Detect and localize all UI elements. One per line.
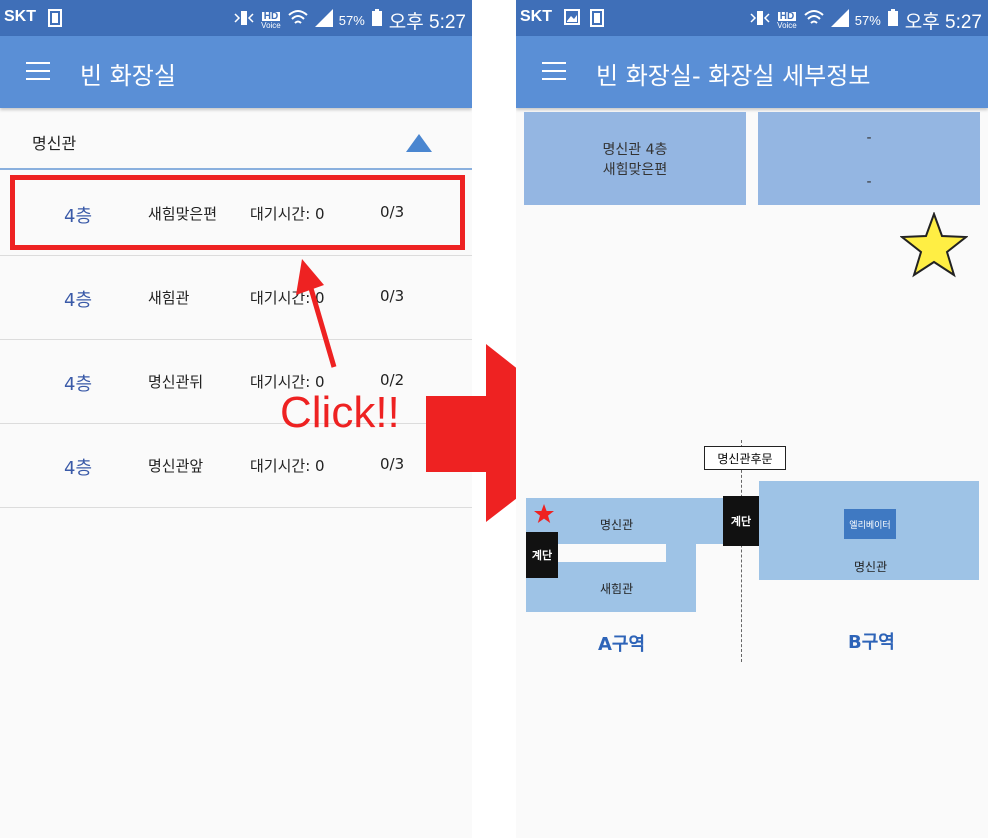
zone-divider [741, 440, 742, 662]
battery-percent: 57% [338, 13, 365, 28]
vibrate-icon [233, 10, 255, 31]
highlight-box [10, 175, 465, 250]
group-label: 명신관 [32, 134, 77, 153]
restroom-name: 새힘관 [148, 289, 190, 307]
click-annotation: Click!! [280, 388, 400, 437]
restroom-info-card: 명신관 4층 새힘맞은편 [524, 112, 746, 205]
current-location-star-icon [534, 504, 554, 523]
hamburger-menu-icon[interactable] [26, 62, 50, 80]
map-building-label: 새힘관 [600, 582, 634, 596]
app-bar: 빈 화장실- 화장실 세부정보 [516, 36, 988, 108]
occupancy-count: 0/3 [380, 455, 405, 473]
hd-voice-icon: HD Voice [777, 10, 797, 30]
pointer-arrow-icon [296, 259, 337, 368]
status-bar: SKT HD Voice 57% 오후 5:27 [516, 0, 988, 36]
clock: 오후 5:27 [388, 12, 466, 33]
info-status-2: - [866, 174, 872, 190]
floor-label: 4층 [64, 458, 93, 479]
battery-icon [887, 9, 899, 32]
phone-screen-list: SKT HD Voice 57% 오후 5:27 빈 화장실 명신관 4층 새힘… [0, 0, 472, 838]
wifi-icon [803, 9, 825, 32]
phone-screen-detail: SKT HD Voice 57% 오후 5:27 빈 화장실- 화장실 세부정보… [516, 0, 988, 838]
signal-icon [314, 9, 333, 32]
hamburger-menu-icon[interactable] [542, 62, 566, 80]
wifi-icon [287, 9, 309, 32]
restroom-status-card: - - [758, 112, 980, 205]
occupancy-count: 0/3 [380, 287, 405, 305]
clock: 오후 5:27 [904, 12, 982, 33]
wait-time: 대기시간: 0 [250, 457, 325, 475]
building-group-header[interactable]: 명신관 [0, 108, 472, 170]
vibrate-icon [749, 10, 771, 31]
app-bar: 빈 화장실 [0, 36, 472, 108]
occupancy-count: 0/2 [380, 371, 405, 389]
building-map: 명신관후문 명신관 새힘관 계단 계단 엘리베이터 명신관 A구역 B구역 [516, 440, 988, 670]
floor-label: 4층 [64, 374, 93, 395]
zone-b-label: B구역 [848, 632, 895, 653]
restroom-name: 명신관앞 [148, 457, 204, 475]
favorite-star-icon[interactable] [900, 212, 968, 278]
sim-icon [48, 9, 62, 31]
hd-voice-icon: HD Voice [261, 10, 281, 30]
list-item[interactable]: 4층 새힘관 대기시간: 0 0/3 [0, 256, 472, 340]
status-bar: SKT HD Voice 57% 오후 5:27 [0, 0, 472, 36]
map-building-label: 명신관 [600, 518, 634, 532]
map-gate-label: 명신관후문 [704, 446, 786, 470]
signal-icon [830, 9, 849, 32]
list-item[interactable]: 4층 명신관뒤 대기시간: 0 0/2 [0, 340, 472, 424]
map-building-label: 명신관 [854, 560, 888, 574]
info-name: 새힘맞은편 [602, 162, 668, 178]
gallery-icon [564, 9, 580, 29]
restroom-name: 명신관뒤 [148, 373, 204, 391]
page-title: 빈 화장실 [80, 62, 176, 90]
list-item[interactable]: 4층 명신관앞 대기시간: 0 0/3 [0, 424, 472, 508]
floor-label: 4층 [64, 290, 93, 311]
battery-icon [371, 9, 383, 32]
info-status-1: - [866, 130, 872, 146]
carrier-label: SKT [4, 8, 36, 25]
carrier-label: SKT [520, 8, 552, 25]
collapse-triangle-icon[interactable] [406, 134, 432, 152]
page-title: 빈 화장실- 화장실 세부정보 [596, 62, 871, 90]
sim-icon [590, 9, 604, 31]
zone-a-label: A구역 [598, 634, 646, 655]
map-elevator: 엘리베이터 [844, 509, 896, 539]
info-location: 명신관 4층 [602, 142, 668, 158]
battery-percent: 57% [854, 13, 881, 28]
map-stairs: 계단 [723, 496, 759, 546]
map-stairs: 계단 [526, 532, 558, 578]
